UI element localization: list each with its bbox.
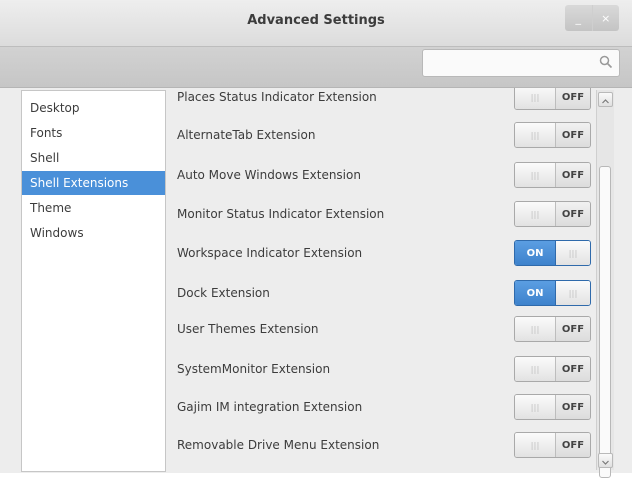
extension-row: Gajim IM integration Extension ||| OFF — [165, 388, 595, 426]
extension-label: Gajim IM integration Extension — [177, 400, 363, 414]
extensions-list: Places Status Indicator Extension ||| OFF A… — [165, 88, 595, 473]
toggle-state-label: OFF — [556, 123, 590, 147]
extension-toggle[interactable]: ||| OFF — [514, 88, 591, 110]
extension-label: AlternateTab Extension — [177, 128, 316, 142]
sidebar-item-desktop[interactable]: Desktop — [22, 96, 165, 120]
sidebar-item-theme[interactable]: Theme — [22, 196, 165, 220]
window-title: Advanced Settings — [247, 13, 385, 28]
advanced-settings-window: Advanced Settings _ × Desktop Fonts Shell S… — [0, 0, 632, 478]
toggle-state-label: OFF — [556, 317, 590, 341]
sidebar-item-label: Fonts — [30, 126, 63, 140]
close-button[interactable]: × — [593, 5, 620, 31]
extension-label: SystemMonitor Extension — [177, 362, 331, 376]
toggle-grip-icon: ||| — [515, 357, 556, 381]
extension-row: Removable Drive Menu Extension ||| OFF — [165, 426, 595, 464]
scroll-up-button[interactable] — [598, 92, 613, 107]
extension-toggle[interactable]: ||| OFF — [514, 356, 591, 382]
toggle-state-label: OFF — [556, 395, 590, 419]
extension-label: Dock Extension — [177, 286, 270, 300]
scrollbar[interactable] — [596, 90, 614, 478]
sidebar-item-shell[interactable]: Shell — [22, 146, 165, 170]
toggle-state-label: OFF — [556, 202, 590, 226]
sidebar-item-label: Shell — [30, 151, 60, 165]
extension-toggle[interactable]: ON ||| — [514, 280, 591, 306]
sidebar-item-shell-extensions[interactable]: Shell Extensions — [22, 171, 165, 195]
minimize-icon: _ — [575, 11, 582, 25]
extension-label: Workspace Indicator Extension — [177, 246, 363, 260]
toggle-grip-icon: ||| — [515, 433, 556, 457]
window-controls: _ × — [565, 5, 619, 31]
toggle-grip-icon: ||| — [515, 395, 556, 419]
scroll-thumb[interactable] — [599, 166, 611, 478]
extension-row: Places Status Indicator Extension ||| OFF — [165, 88, 595, 116]
chevron-up-icon — [602, 99, 609, 104]
toggle-grip-icon: ||| — [515, 202, 556, 226]
extension-toggle[interactable]: ON ||| — [514, 240, 591, 266]
toggle-state-label: OFF — [556, 433, 590, 457]
sidebar-item-label: Desktop — [30, 101, 80, 115]
minimize-button[interactable]: _ — [565, 5, 593, 31]
toggle-state-label: ON — [515, 281, 555, 305]
extension-label: User Themes Extension — [177, 322, 319, 336]
settings-sidebar: Desktop Fonts Shell Shell Extensions Theme Wi… — [21, 90, 166, 472]
sidebar-item-fonts[interactable]: Fonts — [22, 121, 165, 145]
scroll-down-button[interactable] — [598, 453, 613, 468]
sidebar-item-label: Shell Extensions — [30, 176, 129, 190]
extension-row: SystemMonitor Extension ||| OFF — [165, 350, 595, 388]
toggle-state-label: OFF — [556, 88, 590, 109]
extension-toggle[interactable]: ||| OFF — [514, 394, 591, 420]
toggle-grip-icon: ||| — [515, 163, 556, 187]
extension-toggle[interactable]: ||| OFF — [514, 201, 591, 227]
titlebar[interactable]: Advanced Settings _ × — [0, 0, 632, 46]
extension-row: Auto Move Windows Extension ||| OFF — [165, 156, 595, 194]
search-input[interactable] — [422, 49, 620, 77]
sidebar-item-windows[interactable]: Windows — [22, 221, 165, 245]
extension-toggle[interactable]: ||| OFF — [514, 162, 591, 188]
extension-label: Removable Drive Menu Extension — [177, 438, 380, 452]
extension-toggle[interactable]: ||| OFF — [514, 316, 591, 342]
chevron-down-icon — [602, 460, 609, 465]
toggle-state-label: ON — [515, 241, 555, 265]
extension-row: Dock Extension ON ||| — [165, 274, 595, 312]
sidebar-item-label: Theme — [30, 201, 72, 215]
extension-row: AlternateTab Extension ||| OFF — [165, 116, 595, 154]
extension-label: Auto Move Windows Extension — [177, 168, 361, 182]
sidebar-item-label: Windows — [30, 226, 84, 240]
toggle-grip-icon: ||| — [515, 123, 556, 147]
extension-label: Monitor Status Indicator Extension — [177, 207, 385, 221]
close-icon: × — [601, 11, 611, 25]
search-icon — [599, 55, 613, 69]
extension-toggle[interactable]: ||| OFF — [514, 432, 591, 458]
toggle-grip-icon: ||| — [515, 317, 556, 341]
toggle-grip-icon: ||| — [555, 281, 590, 305]
extension-toggle[interactable]: ||| OFF — [514, 122, 591, 148]
toggle-state-label: OFF — [556, 357, 590, 381]
toolbar — [0, 46, 632, 88]
toggle-state-label: OFF — [556, 163, 590, 187]
toggle-grip-icon: ||| — [555, 241, 590, 265]
extension-row: Monitor Status Indicator Extension ||| OFF — [165, 195, 595, 233]
extension-label: Places Status Indicator Extension — [177, 90, 377, 104]
extension-row: Workspace Indicator Extension ON ||| — [165, 234, 595, 272]
extension-row: User Themes Extension ||| OFF — [165, 310, 595, 348]
toggle-grip-icon: ||| — [515, 88, 556, 109]
